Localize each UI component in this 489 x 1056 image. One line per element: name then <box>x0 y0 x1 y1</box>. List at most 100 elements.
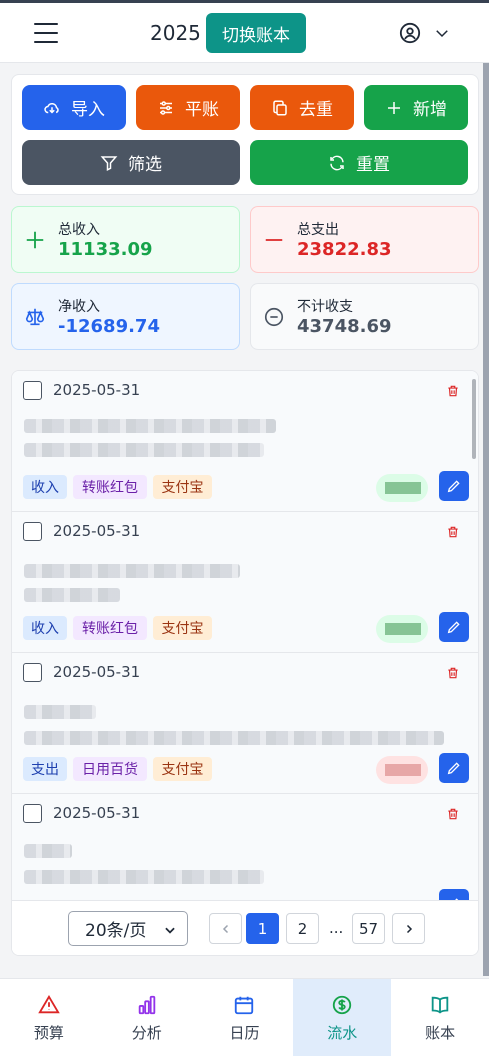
redacted-description <box>24 443 264 457</box>
main-content: 导入 平账 去重 新增 筛选 重置 总收入 11133.09 总支出 23822… <box>0 64 483 976</box>
page-button-current[interactable]: 1 <box>246 913 279 944</box>
copy-icon <box>273 100 287 115</box>
next-page-button[interactable] <box>392 913 425 944</box>
redacted-description <box>24 564 240 578</box>
tag-type: 收入 <box>23 475 67 499</box>
pencil-icon <box>447 762 460 775</box>
tag-account: 支付宝 <box>153 757 212 781</box>
transaction-date: 2025-05-31 <box>53 522 141 540</box>
transaction-row[interactable]: 2025-05-31 收入 转账红包 支付宝 <box>12 512 478 653</box>
nav-ledger[interactable]: 账本 <box>391 979 489 1056</box>
edit-button[interactable] <box>439 471 469 501</box>
dollar-circle-icon <box>333 995 352 1014</box>
reset-label: 重置 <box>356 155 390 175</box>
calendar-icon <box>235 996 254 1014</box>
tag-account: 支付宝 <box>153 616 212 640</box>
import-button[interactable]: 导入 <box>22 85 126 130</box>
row-checkbox[interactable] <box>23 522 42 541</box>
plus-icon <box>26 231 44 249</box>
expense-card: 总支出 23822.83 <box>250 206 479 273</box>
user-menu[interactable] <box>399 22 451 44</box>
trash-icon[interactable] <box>446 524 460 540</box>
dedupe-button[interactable]: 去重 <box>250 85 354 130</box>
add-button[interactable]: 新增 <box>364 85 468 130</box>
alert-triangle-icon <box>38 994 60 1013</box>
redacted-description <box>24 705 96 719</box>
bar-chart-icon <box>138 995 155 1014</box>
edit-button[interactable] <box>439 753 469 783</box>
tag-category: 转账红包 <box>73 475 147 499</box>
chevron-down-icon <box>165 927 175 934</box>
minus-circle-icon <box>264 307 284 327</box>
expense-value: 23822.83 <box>297 239 392 260</box>
tag-account: 支付宝 <box>153 475 212 499</box>
income-card: 总收入 11133.09 <box>11 206 240 273</box>
row-checkbox[interactable] <box>23 663 42 682</box>
income-value: 11133.09 <box>58 239 153 260</box>
row-checkbox[interactable] <box>23 804 42 823</box>
page-scrollbar[interactable] <box>483 63 489 976</box>
transaction-row[interactable]: 2025-05-31 支出 日用百货 支付宝 <box>12 653 478 794</box>
nav-budget[interactable]: 预算 <box>0 979 98 1056</box>
minus-icon <box>265 239 283 241</box>
net-income-value: -12689.74 <box>58 316 160 337</box>
reset-button[interactable]: 重置 <box>250 140 468 185</box>
bottom-nav: 预算 分析 日历 流水 账本 <box>0 978 489 1056</box>
pencil-icon <box>447 480 460 493</box>
filter-label: 筛选 <box>128 155 162 175</box>
pagination-ellipsis: ... <box>329 919 344 937</box>
balance-button[interactable]: 平账 <box>136 85 240 130</box>
sliders-icon <box>160 100 172 115</box>
nav-ledger-label: 账本 <box>425 1023 456 1042</box>
switch-ledger-button[interactable]: 切换账本 <box>206 13 306 53</box>
scale-icon <box>25 308 45 326</box>
book-open-icon <box>431 996 449 1013</box>
filter-button[interactable]: 筛选 <box>22 140 240 185</box>
nav-analysis[interactable]: 分析 <box>98 979 196 1056</box>
tag-category: 转账红包 <box>73 616 147 640</box>
redacted-description <box>24 419 276 433</box>
expense-label: 总支出 <box>297 222 339 238</box>
redacted-description <box>24 588 120 602</box>
net-income-label: 净收入 <box>58 299 100 315</box>
chevron-down-icon <box>436 30 448 38</box>
app-header: 2025 切换账本 <box>0 3 489 63</box>
transaction-date: 2025-05-31 <box>53 804 141 822</box>
excluded-card: 不计收支 43748.69 <box>250 283 479 350</box>
nav-flow-label: 流水 <box>327 1023 358 1042</box>
page-size-select[interactable]: 20条/页 <box>68 911 188 946</box>
trash-icon[interactable] <box>446 806 460 822</box>
page-button[interactable]: 57 <box>352 913 385 944</box>
transaction-row[interactable]: 2025-05-31 收入 转账红包 支付宝 <box>12 371 478 512</box>
year-label: 2025 <box>150 21 201 45</box>
nav-calendar[interactable]: 日历 <box>196 979 294 1056</box>
transaction-date: 2025-05-31 <box>53 381 141 399</box>
trash-icon[interactable] <box>446 383 460 399</box>
edit-button[interactable] <box>439 612 469 642</box>
chevron-left-icon <box>222 924 228 933</box>
redacted-amount <box>376 615 428 643</box>
menu-icon[interactable] <box>34 23 58 43</box>
tag-type: 支出 <box>23 757 67 781</box>
redacted-amount <box>376 474 428 502</box>
pencil-icon <box>447 621 460 634</box>
page-button[interactable]: 2 <box>286 913 319 944</box>
list-scrollbar[interactable] <box>472 379 476 459</box>
redacted-description <box>24 844 72 858</box>
refresh-icon <box>330 155 344 170</box>
dedupe-label: 去重 <box>299 100 333 120</box>
redacted-description <box>24 731 444 745</box>
transaction-list: 2025-05-31 收入 转账红包 支付宝 2025-05-31 收入 转账红… <box>11 370 479 956</box>
row-checkbox[interactable] <box>23 381 42 400</box>
add-label: 新增 <box>413 100 447 120</box>
user-circle-icon <box>399 22 421 44</box>
excluded-label: 不计收支 <box>297 299 353 315</box>
nav-budget-label: 预算 <box>33 1023 64 1042</box>
prev-page-button[interactable] <box>209 913 242 944</box>
balance-label: 平账 <box>185 100 219 120</box>
transaction-date: 2025-05-31 <box>53 663 141 681</box>
trash-icon[interactable] <box>446 665 460 681</box>
pagination: 20条/页 1 2 ... 57 <box>12 900 478 955</box>
redacted-description <box>24 870 264 884</box>
nav-flow[interactable]: 流水 <box>293 979 392 1056</box>
